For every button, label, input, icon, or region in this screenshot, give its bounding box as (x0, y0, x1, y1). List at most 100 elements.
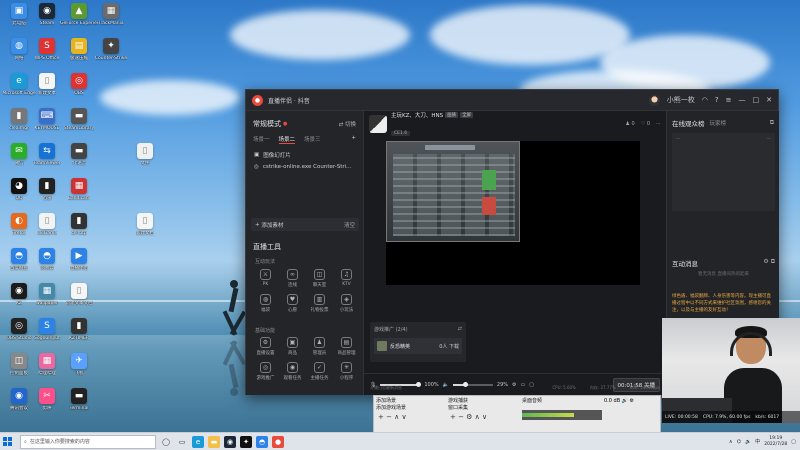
user-name[interactable]: 小熊一枚 (667, 95, 695, 105)
tool-button[interactable]: ◍ 福袋 (252, 294, 279, 313)
tool-button[interactable]: ∞ 连线 (279, 269, 306, 288)
headset-icon[interactable]: ◠ (702, 96, 708, 104)
app-logo-icon: ● (252, 94, 263, 106)
clear-button[interactable]: 清空 (344, 221, 355, 229)
desktop-icon[interactable]: ▬ YY语音 (62, 143, 96, 166)
desktop-icon[interactable]: S WPS Office (30, 38, 64, 61)
desktop-icon[interactable]: ▮ 迅雷 (30, 178, 64, 201)
menu-icon[interactable]: ≡ (726, 96, 732, 104)
tool-button[interactable]: ▤ 商品管理 (333, 337, 360, 356)
desktop-icon[interactable]: ▯ 新建文档 (128, 213, 162, 236)
tab-scene-2[interactable]: 场景二 (278, 135, 296, 144)
desktop-icon[interactable]: ▦ wallpaper (30, 283, 64, 306)
desktop-icon[interactable]: ◎ OBS (62, 73, 96, 96)
stream-preview[interactable] (386, 141, 640, 285)
tool-button[interactable]: ◎ 游戏推广 (252, 362, 279, 381)
more-icon[interactable]: ⋯ (656, 121, 661, 127)
popout-icon[interactable]: ⧉ (770, 119, 774, 127)
obs-audio-label: 桌面音频 (522, 398, 543, 404)
desktop-icon-glyph: ◉ (39, 3, 55, 19)
tool-button[interactable]: ♫ KTV (333, 269, 360, 288)
desktop-icon[interactable]: ✦ Counter-Strike (94, 38, 128, 61)
desktop-icon-glyph: ◕ (11, 178, 27, 194)
tool-button[interactable]: ⚙ 直播设置 (252, 337, 279, 356)
desktop-icon[interactable]: ⇆ TeamViewer (30, 143, 64, 166)
help-icon[interactable]: ? (715, 96, 719, 104)
streamer-avatar[interactable] (369, 115, 387, 133)
tool-button[interactable]: ♥ 心愿 (279, 294, 306, 313)
obs-scene-buttons[interactable]: + − ∧ ∨ (378, 413, 407, 421)
desktop-icon-glyph: ◍ (11, 38, 27, 54)
desktop-icon[interactable]: S SogouInput (30, 318, 64, 341)
desktop-icon[interactable]: ▯ 新建文本文档 (62, 283, 96, 306)
desktop-icon[interactable]: ▶ 直播伴侣 (62, 248, 96, 271)
add-scene-icon[interactable]: + (351, 135, 356, 144)
promo-item[interactable]: 反恐精英 0人 下载 (374, 338, 462, 354)
desktop-icon-glyph: ⇆ (39, 143, 55, 159)
desktop-icon[interactable]: ▬ Terminal (62, 388, 96, 411)
obs-scene-item[interactable]: 添加游戏场景 (376, 404, 406, 411)
tool-button[interactable]: ◉ 观看任务 (279, 362, 306, 381)
user-avatar[interactable] (648, 94, 660, 106)
obs-source-item[interactable]: 窗口采集 (448, 404, 468, 411)
tool-button[interactable]: ▣ 商品 (279, 337, 306, 356)
minimize-button[interactable]: — (739, 96, 746, 104)
desktop-icon[interactable]: ⌨ KEYMOUSE (30, 108, 64, 131)
clock[interactable]: 19:19 2022/7/28 (764, 436, 787, 447)
desktop-icon[interactable]: ▯ WeGame (30, 213, 64, 236)
chevron-up-icon[interactable]: ∧ (729, 439, 733, 445)
tool-label: 管理员 (312, 351, 327, 356)
obs-scene-item[interactable]: 添加场景 (376, 397, 406, 404)
folder-icon[interactable]: ▬ (208, 435, 220, 448)
desktop-icon[interactable]: ◉ Steam (30, 3, 64, 26)
live-companion-icon[interactable]: ● (272, 435, 284, 448)
tab-scene-1[interactable]: 场景一 (253, 135, 270, 144)
player-rank-tab[interactable]: 玩家榜 (710, 119, 727, 127)
desktop-icon[interactable]: ▦ 哔哩哔哩 (30, 353, 64, 376)
online-rank-tab[interactable]: 在线观众榜 (672, 118, 705, 128)
notification-icon[interactable]: ▢ (791, 439, 796, 445)
game-icon[interactable]: ✦ (240, 435, 252, 448)
maximize-button[interactable]: □ (753, 96, 760, 104)
tool-button[interactable]: ✓ 主播任务 (306, 362, 333, 381)
desktop-icon[interactable]: ▮ KZTIMER (62, 318, 96, 341)
add-source-button[interactable]: + 添加素材 清空 (251, 218, 359, 231)
tab-scene-3[interactable]: 场景三 (304, 135, 321, 144)
tool-button[interactable]: ▥ 礼物投票 (306, 294, 333, 313)
desktop-icon[interactable]: ◓ 网易云 (30, 248, 64, 271)
steam-icon[interactable]: ◉ (224, 435, 236, 448)
desktop-icon[interactable]: ▮ cs-fbtp (62, 213, 96, 236)
source-item[interactable]: ▣ 图像幻灯片 (246, 146, 363, 159)
network-icon[interactable]: ⌬ (737, 439, 741, 445)
edge-icon[interactable]: e (192, 435, 204, 448)
taskbar-search[interactable]: ⌕ 在这里输入你要搜索的内容 (20, 434, 156, 449)
obs-source-buttons[interactable]: + − ⚙ ∧ ∨ (450, 413, 487, 421)
obs-source-item[interactable]: 游戏捕获 (448, 397, 468, 404)
tool-button[interactable]: ♟ 管理员 (306, 337, 333, 356)
close-button[interactable]: ✕ (766, 96, 772, 104)
desktop-icon[interactable]: ▤ 极速压缩 (62, 38, 96, 61)
desktop-icon[interactable]: ✂ 剪映 (30, 388, 64, 411)
desktop-icon[interactable]: ✈ 飞机 (62, 353, 96, 376)
tool-button[interactable]: ✳ 小程序 (333, 362, 360, 381)
input-language[interactable]: 中 (755, 438, 760, 445)
switch-mode-button[interactable]: ⇄ 切换 (339, 120, 356, 128)
source-item[interactable]: ◎ cstrike-online.exe Counter-Stri... (246, 159, 363, 170)
settings-icon[interactable]: ⚙ ⧉ (763, 258, 775, 268)
desktop-icon[interactable]: ▬ SteamLibrary (62, 108, 96, 131)
tool-button[interactable]: ◫ 聊天室 (306, 269, 333, 288)
task-view-icon[interactable]: ◯ (160, 436, 172, 448)
desktop-icon[interactable]: ▯ 新建文本 (30, 73, 64, 96)
start-button[interactable] (0, 433, 14, 450)
tool-button[interactable]: ⚔ PK (252, 269, 279, 288)
desktop-icon[interactable]: ▲ GeForce Experience (60, 3, 98, 26)
widgets-icon[interactable]: ▭ (176, 436, 188, 448)
swap-icon[interactable]: ⇄ (458, 326, 462, 333)
browser-icon[interactable]: ◓ (256, 435, 268, 448)
desktop-icon[interactable]: ▦ TrackMania (94, 3, 128, 26)
volume-icon[interactable]: 🔈 (745, 439, 751, 445)
streamer-name[interactable]: 主玩KZ、大刀、HNS (391, 111, 443, 119)
desktop-icon[interactable]: ▯ 文件 (128, 143, 162, 166)
tool-button[interactable]: ◈ 小玩法 (333, 294, 360, 313)
desktop-icon[interactable]: ▦ Bandicam (62, 178, 96, 201)
